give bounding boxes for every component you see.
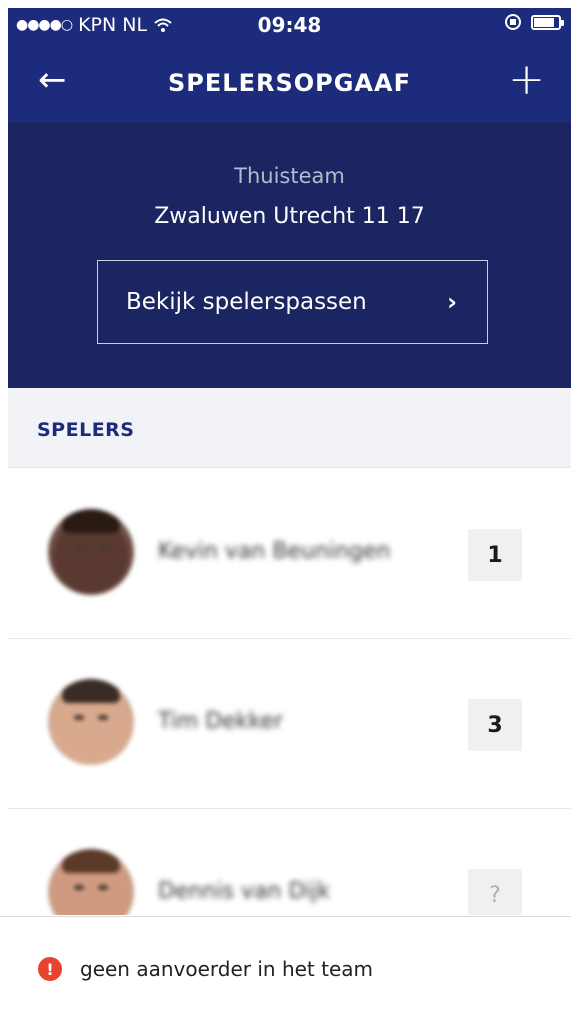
player-list: Kevin van Beuningen 1 Tim Dekker 3 Denni… (8, 469, 571, 915)
avatar-hair (62, 509, 120, 533)
avatar-eye (74, 715, 84, 720)
player-name: Dennis van Dijk (158, 879, 331, 904)
team-name: Zwaluwen Utrecht 11 17 (154, 204, 425, 229)
avatar-eye (74, 545, 84, 550)
avatar-hair (62, 679, 120, 703)
avatar-eye (98, 715, 108, 720)
warning-footer: ! geen aanvoerder in het team (0, 916, 571, 1012)
status-time: 09:48 (257, 13, 322, 37)
team-header: Thuisteam Zwaluwen Utrecht 11 17 Bekijk … (8, 122, 571, 388)
status-bar: ●●●●○ KPN NL 09:48 (8, 8, 571, 42)
warning-text: geen aanvoerder in het team (80, 957, 374, 981)
shirt-number-badge[interactable]: 3 (468, 699, 522, 751)
pass-button-label: Bekijk spelerspassen (126, 289, 367, 315)
avatar-eye (98, 885, 108, 890)
player-name: Kevin van Beuningen (158, 539, 391, 564)
view-player-passes-button[interactable]: Bekijk spelerspassen › (97, 260, 488, 344)
page-title: SPELERSOPGAAF (168, 69, 411, 97)
chevron-right-icon: › (447, 288, 457, 316)
alert-circle-icon: ! (38, 957, 62, 981)
list-item[interactable]: Kevin van Beuningen 1 (8, 469, 571, 639)
navigation-bar: ← SPELERSOPGAAF + (8, 42, 571, 122)
players-section-header: SPELERS (8, 388, 571, 468)
avatar (48, 679, 134, 765)
avatar (48, 849, 134, 915)
avatar-eye (98, 545, 108, 550)
battery-icon (531, 14, 564, 30)
team-label: Thuisteam (234, 164, 345, 188)
shirt-number-badge[interactable]: 1 (468, 529, 522, 581)
plus-icon[interactable]: + (508, 56, 545, 104)
shirt-number-badge[interactable]: ? (468, 869, 522, 915)
list-item[interactable]: Dennis van Dijk ? (8, 809, 571, 915)
player-name: Tim Dekker (158, 709, 284, 734)
status-right (505, 14, 564, 30)
section-title: SPELERS (37, 419, 135, 441)
list-item[interactable]: Tim Dekker 3 (8, 639, 571, 809)
rotation-lock-icon (505, 14, 521, 30)
avatar-hair (62, 849, 120, 873)
avatar-eye (74, 885, 84, 890)
avatar (48, 509, 134, 595)
